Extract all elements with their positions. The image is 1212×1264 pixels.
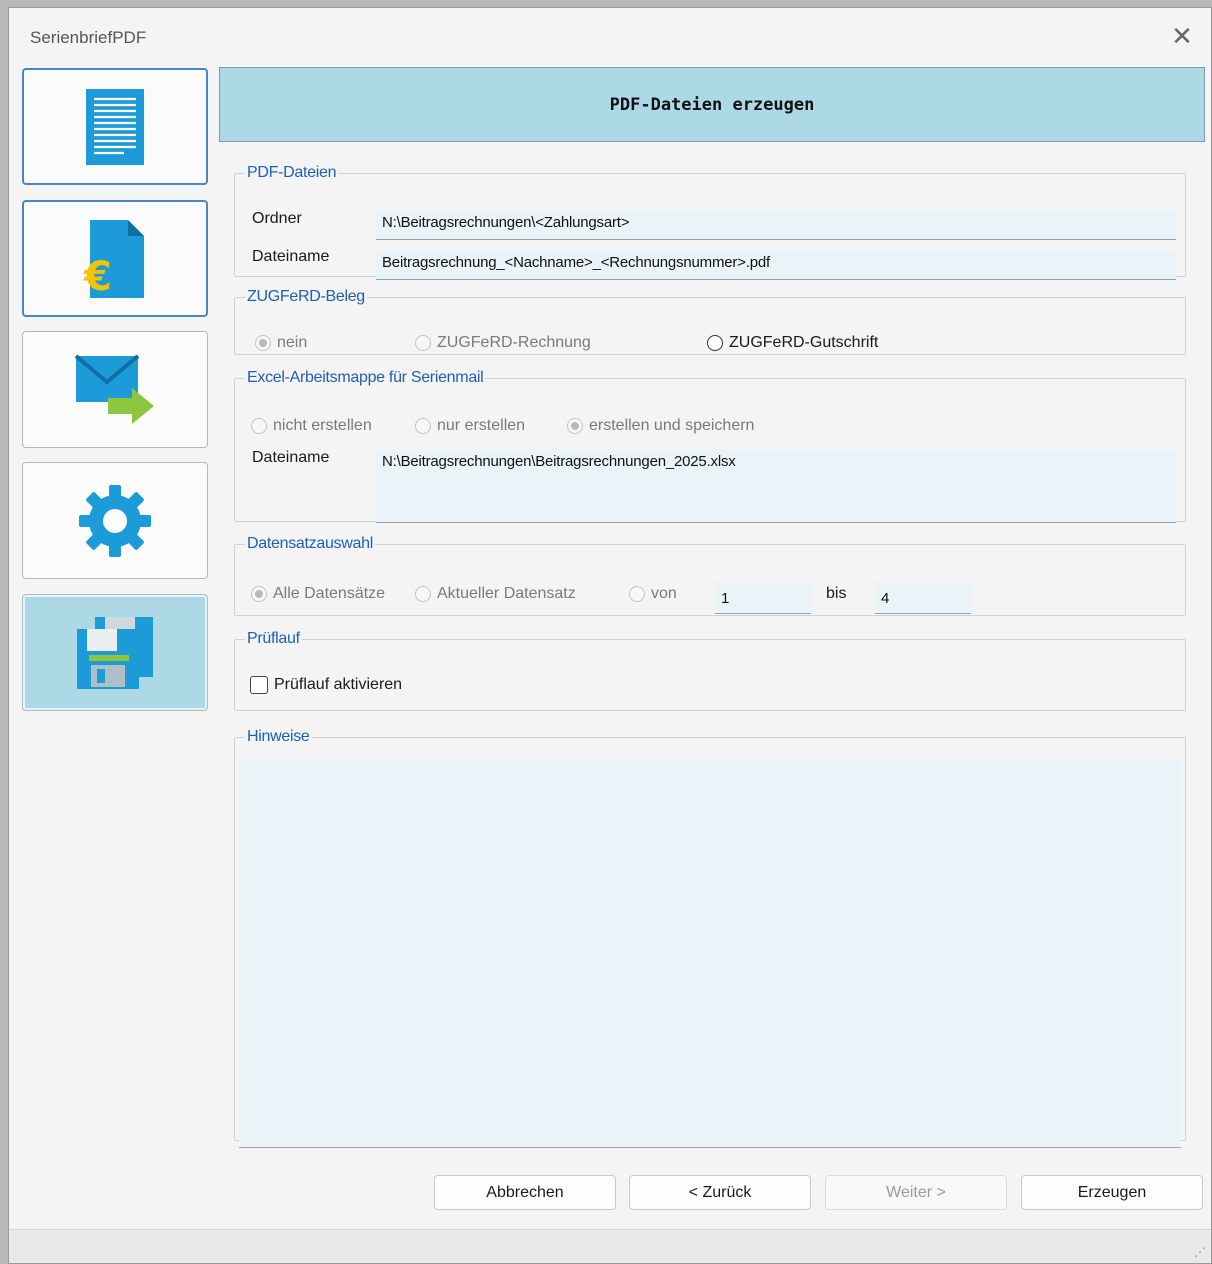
document-icon [86,88,144,165]
range-to-input[interactable]: 4 [875,583,971,614]
radio-excel-nur-erstellen[interactable]: nur erstellen [415,417,525,435]
range-to-label: bis [826,585,847,602]
nav-step-mail[interactable] [22,331,208,448]
notes-textarea[interactable] [239,760,1181,1148]
radio-dot [415,335,431,351]
legend-notes: Hinweise [247,728,310,745]
radio-zugferd-gutschrift[interactable]: ZUGFeRD-Gutschrift [707,334,878,352]
radio-excel-nicht-erstellen[interactable]: nicht erstellen [251,417,372,435]
window-title: SerienbriefPDF [30,28,147,47]
radio-zugferd-nein[interactable]: nein [255,334,307,352]
legend-records: Datensatzauswahl [247,535,373,552]
page-header: PDF-Dateien erzeugen [219,67,1205,142]
radio-label: Aktueller Datensatz [437,585,576,602]
range-from-input[interactable]: 1 [715,583,811,614]
radio-label: ZUGFeRD-Rechnung [437,334,591,351]
radio-records-current[interactable]: Aktueller Datensatz [415,585,576,603]
floppy-disk-icon [77,616,153,689]
group-pdf-files: PDF-Dateien Ordner N:\Beitragsrechnungen… [234,164,1186,280]
checkbox-label: Prüflauf aktivieren [274,676,403,693]
group-notes: Hinweise [234,728,1186,1148]
create-button[interactable]: Erzeugen [1021,1175,1203,1210]
filename-label: Dateiname [252,248,330,265]
nav-step-settings[interactable] [22,462,208,579]
group-zugferd: ZUGFeRD-Beleg nein ZUGFeRD-Rechnung ZUGF… [234,288,1186,355]
legend-zugferd: ZUGFeRD-Beleg [247,288,365,305]
next-button[interactable]: Weiter > [825,1175,1007,1210]
radio-excel-erstellen-speichern[interactable]: erstellen und speichern [567,417,754,435]
testrun-checkbox[interactable]: Prüflauf aktivieren [250,676,402,694]
radio-records-all[interactable]: Alle Datensätze [251,585,385,603]
close-icon[interactable]: ✕ [1167,22,1197,52]
radio-label: ZUGFeRD-Gutschrift [729,334,879,351]
radio-dot [567,418,583,434]
legend-testrun: Prüflauf [247,630,300,647]
status-bar: ⋰ [9,1229,1211,1263]
back-button[interactable]: < Zurück [629,1175,811,1210]
euro-document-icon: € [83,219,144,300]
cancel-button[interactable]: Abbrechen [434,1175,616,1210]
legend-excel: Excel-Arbeitsmappe für Serienmail [247,369,484,386]
radio-dot [255,335,271,351]
radio-label: nicht erstellen [273,417,372,434]
radio-zugferd-rechnung[interactable]: ZUGFeRD-Rechnung [415,334,591,352]
page-title: PDF-Dateien erzeugen [609,94,815,115]
legend-pdf-files: PDF-Dateien [247,164,337,181]
serienbrief-window: SerienbriefPDF ✕ € PDF-Dateien erzeugen … [8,7,1212,1264]
radio-label: erstellen und speichern [589,417,755,434]
gear-icon [79,484,151,557]
folder-input[interactable]: N:\Beitragsrechnungen\<Zahlungsart> [376,210,1176,240]
filename-input[interactable]: Beitragsrechnung_<Nachname>_<Rechnungsnu… [376,250,1176,280]
mail-forward-icon [74,353,154,424]
checkbox-box[interactable] [250,676,268,694]
radio-dot [415,418,431,434]
title-bar: SerienbriefPDF ✕ [9,8,1211,64]
nav-step-document[interactable] [22,68,208,185]
radio-dot [251,418,267,434]
nav-step-invoice[interactable]: € [22,200,208,317]
radio-label: nur erstellen [437,417,526,434]
excel-filename-label: Dateiname [252,449,330,466]
radio-dot [707,335,723,351]
radio-dot [415,586,431,602]
resize-grip-icon[interactable]: ⋰ [1194,1245,1206,1259]
radio-label: Alle Datensätze [273,585,386,602]
radio-label: nein [277,334,308,351]
group-excel: Excel-Arbeitsmappe für Serienmail nicht … [234,369,1186,523]
excel-filename-input[interactable]: N:\Beitragsrechnungen\Beitragsrechnungen… [376,449,1176,523]
folder-label: Ordner [252,210,302,227]
radio-records-range[interactable]: von [629,585,677,603]
radio-dot [629,586,645,602]
group-testrun: Prüflauf Prüflauf aktivieren [234,630,1186,711]
group-records: Datensatzauswahl Alle Datensätze Aktuell… [234,535,1186,616]
radio-label: von [651,585,677,602]
nav-step-save[interactable] [22,594,208,711]
svg-text:€: € [83,254,112,300]
radio-dot [251,586,267,602]
